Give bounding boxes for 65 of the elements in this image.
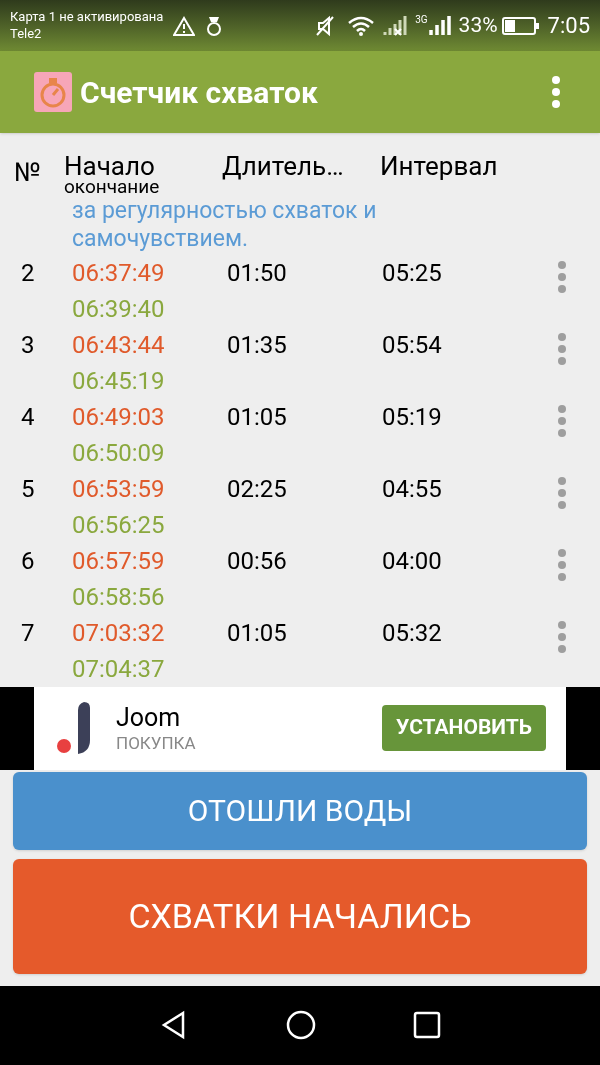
warning-icon <box>173 15 196 36</box>
duration-cell: 02:25 <box>227 474 287 503</box>
duration-cell: 00:56 <box>227 546 287 575</box>
end-time: 06:58:56 <box>72 581 166 613</box>
note-text: самочувствием. <box>72 224 250 253</box>
app-logo-icon <box>34 72 72 113</box>
clock: 7:05 <box>547 12 590 41</box>
ad-title: Joom <box>116 701 182 734</box>
network-type: 3G <box>415 14 428 25</box>
battery-icon <box>501 16 540 35</box>
start-time: 06:37:49 <box>72 257 166 289</box>
column-header: Начало <box>64 153 156 180</box>
row-menu-icon[interactable] <box>558 403 566 438</box>
home-icon[interactable] <box>286 1010 316 1041</box>
sim-status: Карта 1 не активирована <box>10 9 164 26</box>
interval-cell: 05:32 <box>382 618 442 647</box>
column-header: Интервал <box>380 151 498 182</box>
duration-cell: 01:05 <box>227 402 287 431</box>
interval-cell: 05:19 <box>382 402 442 431</box>
duration-cell: 01:50 <box>227 258 287 287</box>
column-header: Длитель… <box>222 151 344 182</box>
interval-cell: 04:00 <box>382 546 442 575</box>
carrier-name: Tele2 <box>10 25 43 42</box>
row-menu-icon[interactable] <box>558 547 566 582</box>
row-number: 3 <box>21 330 35 359</box>
app-title: Счетчик схваток <box>80 73 318 112</box>
install-button[interactable]: УСТАНОВИТЬ <box>382 705 546 752</box>
interval-cell: 05:25 <box>382 258 442 287</box>
row-number: 5 <box>21 474 35 503</box>
interval-cell: 05:54 <box>382 330 442 359</box>
row-number: 2 <box>21 258 35 287</box>
ad-category: ПОКУПКА <box>116 733 196 755</box>
interval-cell: 04:55 <box>382 474 442 503</box>
row-menu-icon[interactable] <box>558 619 566 654</box>
note-text: за регулярностью схваток и <box>72 196 378 225</box>
battery-percent: 33% <box>458 11 498 39</box>
row-number: 4 <box>21 402 35 431</box>
duration-cell: 01:05 <box>227 618 287 647</box>
start-time: 06:49:03 <box>72 401 166 433</box>
start-time: 06:53:59 <box>72 473 166 505</box>
start-time: 07:03:32 <box>72 617 166 649</box>
row-menu-icon[interactable] <box>558 331 566 366</box>
row-number: 7 <box>21 618 35 647</box>
row-menu-icon[interactable] <box>558 475 566 510</box>
row-menu-icon[interactable] <box>558 259 566 294</box>
wifi-icon <box>347 14 376 37</box>
more-menu-icon[interactable] <box>552 75 560 110</box>
end-time: 06:39:40 <box>72 293 166 325</box>
column-header: № <box>14 157 41 188</box>
recents-icon[interactable] <box>413 1011 442 1040</box>
end-time: 06:56:25 <box>72 509 166 541</box>
end-time: 07:04:37 <box>72 653 166 685</box>
action-button[interactable]: СХВАТКИ НАЧАЛИСЬ <box>13 858 587 974</box>
end-time: 06:50:09 <box>72 437 166 469</box>
duration-cell: 01:35 <box>227 330 287 359</box>
muted-icon <box>315 14 336 37</box>
end-time: 06:45:19 <box>72 365 166 397</box>
column-subheader: окончание <box>64 177 161 197</box>
signal-icon <box>383 14 410 37</box>
action-button[interactable]: ОТОШЛИ ВОДЫ <box>13 771 587 850</box>
ad-banner[interactable]: Joom ПОКУПКА УСТАНОВИТЬ <box>34 686 566 770</box>
start-time: 06:57:59 <box>72 545 166 577</box>
signal-icon <box>428 14 451 37</box>
start-time: 06:43:44 <box>72 329 166 361</box>
row-number: 6 <box>21 546 35 575</box>
